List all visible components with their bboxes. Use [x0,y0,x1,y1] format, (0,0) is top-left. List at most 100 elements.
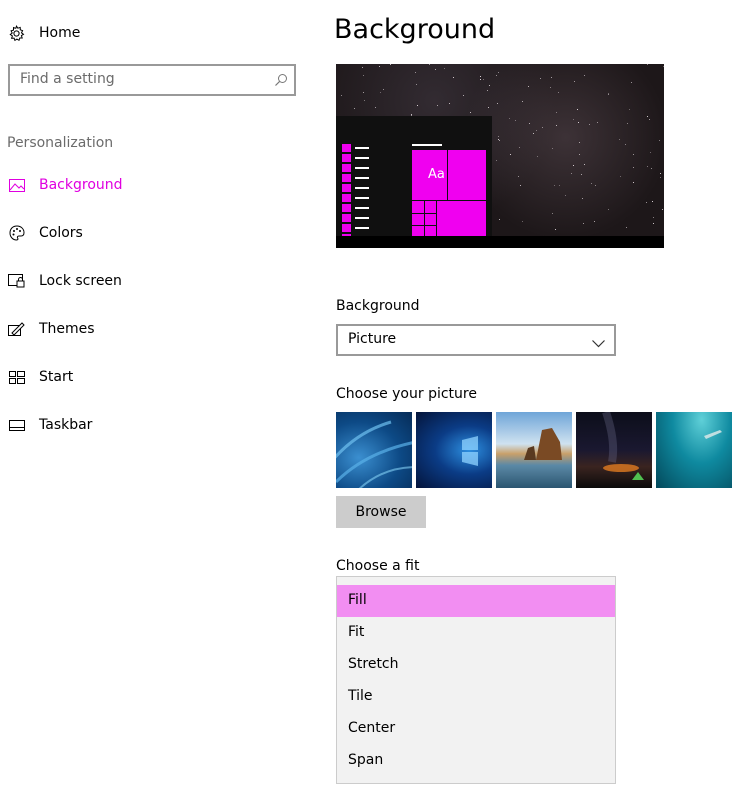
fit-dropdown-list[interactable]: Fill Fit Stretch Tile Center Span [336,576,616,784]
star-dot [518,176,519,177]
star-dot [498,72,499,73]
star-dot [453,77,454,78]
star-dot [480,79,481,80]
palette-icon [8,225,25,241]
start-icon [8,369,25,385]
star-dot [652,201,653,202]
star-dot [354,108,355,109]
star-dot [650,152,651,153]
picture-thumb-windows-logo[interactable] [416,412,492,488]
star-dot [537,156,538,157]
picture-thumb-feathers[interactable] [329,412,417,493]
star-dot [522,101,523,102]
search-input[interactable]: Find a setting [8,64,296,96]
star-dot [608,209,609,210]
star-dot [619,139,620,140]
browse-button[interactable]: Browse [336,496,426,528]
star-dot [595,185,596,186]
star-dot [363,75,364,76]
preview-tile: Aa [412,150,486,200]
star-dot [520,185,521,186]
star-dot [594,221,595,222]
star-dot [536,130,537,131]
star-dot [620,176,621,177]
section-title: Personalization [7,135,114,151]
star-dot [497,103,498,104]
star-dot [649,119,650,120]
star-dot [597,122,598,123]
star-dot [584,164,585,165]
star-dot [415,72,416,73]
fit-option-tile[interactable]: Tile [337,681,615,713]
star-dot [362,67,363,68]
star-dot [573,165,574,166]
star-dot [578,122,579,123]
background-label: Background [336,298,420,314]
star-dot [659,140,660,141]
star-dot [437,105,438,106]
star-dot [574,81,575,82]
star-dot [581,174,582,175]
gear-icon [8,24,25,42]
star-dot [552,213,553,214]
fit-option-fill[interactable]: Fill [337,585,615,617]
star-dot [510,154,511,155]
star-dot [663,66,664,67]
choose-fit-label: Choose a fit [336,558,420,574]
sidebar-item-themes[interactable]: Themes [8,318,95,340]
star-dot [519,147,520,148]
sidebar-item-taskbar[interactable]: Taskbar [8,414,92,436]
sidebar-item-colors[interactable]: Colors [8,222,83,244]
home-link[interactable]: Home [8,22,80,44]
sidebar-item-background[interactable]: Background [8,174,123,196]
star-dot [551,77,552,78]
star-dot [647,116,648,117]
star-dot [555,229,556,230]
picture-thumb-night-sky-tent[interactable] [576,410,652,488]
fit-option-stretch[interactable]: Stretch [337,649,615,681]
star-dot [647,64,648,65]
star-dot [653,223,654,224]
star-dot [416,84,417,85]
star-dot [608,94,609,95]
star-dot [480,76,481,77]
sidebar-item-label: Themes [39,321,95,337]
star-dot [489,85,490,86]
star-dot [556,125,557,126]
star-dot [589,124,590,125]
home-label: Home [39,25,81,41]
star-dot [515,120,516,121]
star-dot [633,167,634,168]
star-dot [579,142,580,143]
star-dot [411,114,412,115]
star-dot [662,209,663,210]
taskbar-icon [8,417,25,433]
fit-option-fit[interactable]: Fit [337,617,615,649]
star-dot [533,133,534,134]
star-dot [487,90,488,91]
star-dot [522,221,523,222]
lock-screen-icon [8,273,25,289]
star-dot [499,219,500,220]
star-dot [646,202,647,203]
star-dot [496,160,497,161]
star-dot [584,75,585,76]
star-dot [579,154,580,155]
star-dot [429,64,430,65]
star-dot [390,64,391,65]
fit-option-center[interactable]: Center [337,713,615,745]
picture-thumb-underwater-swimmer[interactable] [656,412,732,488]
star-dot [529,123,530,124]
star-dot [565,195,566,196]
sidebar-item-lock-screen[interactable]: Lock screen [8,270,122,292]
sidebar-item-start[interactable]: Start [8,366,73,388]
picture-thumb-beach-rocks[interactable] [496,412,572,488]
star-dot [364,100,365,101]
star-dot [449,103,450,104]
star-dot [417,105,418,106]
background-select[interactable]: Picture [336,324,616,356]
star-dot [550,87,551,88]
fit-option-span[interactable]: Span [337,745,615,777]
star-dot [444,68,445,69]
search-icon[interactable] [274,72,288,91]
